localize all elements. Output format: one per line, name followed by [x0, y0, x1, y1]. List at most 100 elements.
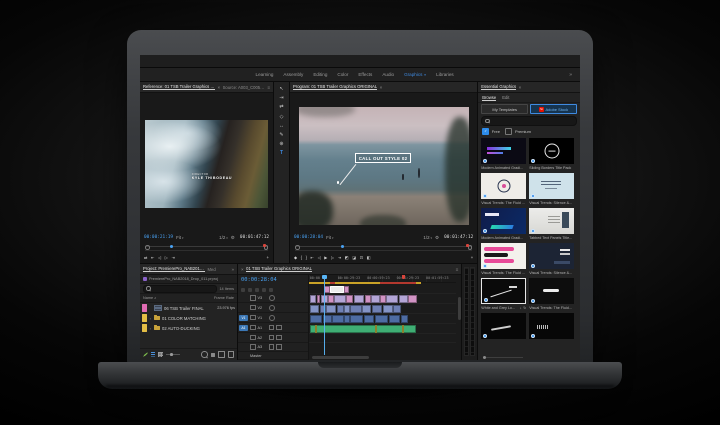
- timeline-playhead[interactable]: [324, 275, 325, 355]
- track-solo-icon[interactable]: [276, 344, 282, 350]
- track-lock-icon[interactable]: [250, 305, 256, 311]
- template-thumbnail[interactable]: [529, 278, 574, 304]
- timeline-clip[interactable]: [332, 315, 344, 323]
- button-editor-icon[interactable]: +: [267, 255, 269, 260]
- template-card[interactable]: [529, 313, 574, 345]
- timeline-clip[interactable]: [350, 315, 363, 323]
- hscroll-thumb[interactable]: [312, 356, 369, 359]
- sequence-marker[interactable]: [402, 275, 405, 279]
- zoom-level-dropdown[interactable]: Fit▾: [326, 235, 333, 240]
- extract-icon[interactable]: ◪: [352, 255, 356, 260]
- template-thumbnail[interactable]: [481, 173, 526, 199]
- source-patch-v3[interactable]: [239, 295, 248, 301]
- sync-icon[interactable]: ↻: [523, 306, 526, 310]
- workspace-menu-icon[interactable]: ≡: [424, 73, 426, 77]
- project-item-row[interactable]: ›02 AUTO-DUCKING: [140, 323, 237, 333]
- track-output-toggle-icon[interactable]: [269, 315, 275, 321]
- callout-title-box[interactable]: CALL OUT STYLE 02: [355, 153, 412, 163]
- timeline-clip[interactable]: [310, 315, 322, 323]
- add-marker-icon[interactable]: [262, 288, 266, 292]
- template-thumbnail[interactable]: [529, 243, 574, 269]
- close-icon[interactable]: ×: [380, 85, 383, 90]
- timeline-clip[interactable]: [364, 315, 374, 323]
- new-item-icon[interactable]: [218, 351, 225, 358]
- timeline-clip[interactable]: [310, 325, 416, 333]
- source-patch-v2[interactable]: [239, 305, 248, 311]
- timeline-clip[interactable]: [386, 295, 398, 303]
- track-output-toggle-icon[interactable]: [269, 295, 275, 301]
- project-item-row[interactable]: 06 TSB Trailer FINAL23.976 fps: [140, 303, 237, 313]
- template-card[interactable]: White and Grey Lo...↓↻: [481, 278, 526, 310]
- snap-icon[interactable]: [248, 288, 252, 292]
- scrub-zoom-handle-left[interactable]: [295, 245, 300, 250]
- thumbnail-zoom-slider[interactable]: [166, 354, 180, 355]
- timeline-clip[interactable]: [337, 305, 344, 313]
- scrub-zoom-handle-left[interactable]: [145, 245, 150, 250]
- mark-in-icon[interactable]: {: [301, 255, 302, 260]
- track-select-forward-tool-icon[interactable]: ⇥: [279, 95, 283, 101]
- template-card[interactable]: Visual Trends: The Fluid ...: [481, 173, 526, 205]
- workspace-tab-learning[interactable]: Learning: [256, 72, 274, 77]
- timeline-clip[interactable]: [334, 295, 346, 303]
- tab-program-monitor[interactable]: Program: 01 TSB Trailer Graphics ORIGINA…: [293, 84, 377, 90]
- timeline-clip[interactable]: [350, 305, 362, 313]
- template-thumbnail[interactable]: [481, 243, 526, 269]
- timeline-clip[interactable]: [344, 286, 348, 293]
- project-item-row[interactable]: ›01 COLOR MATCHING: [140, 313, 237, 323]
- source-patch-a1[interactable]: A1: [239, 325, 248, 331]
- export-frame-icon[interactable]: ⊡: [360, 255, 364, 260]
- timeline-clip[interactable]: [330, 286, 343, 293]
- workspace-tab-color[interactable]: Color: [337, 72, 348, 77]
- track-header-v3[interactable]: V3: [238, 294, 308, 303]
- disclosure-chevron-icon[interactable]: ›: [149, 326, 153, 331]
- track-lock-icon[interactable]: [250, 344, 256, 350]
- adobe-stock-button[interactable]: StAdobe Stock: [530, 104, 577, 114]
- timeline-clip[interactable]: [324, 286, 329, 293]
- step-back-icon[interactable]: ◁: [158, 255, 161, 260]
- thumbnail-size-slider[interactable]: [478, 354, 580, 360]
- template-card[interactable]: Sliding Borders Title Pack: [529, 138, 574, 170]
- template-thumbnail[interactable]: [481, 138, 526, 164]
- timeline-clip[interactable]: [393, 305, 400, 313]
- premium-checkbox[interactable]: [505, 128, 512, 135]
- column-frame-rate[interactable]: Frame Rate: [214, 296, 234, 300]
- timeline-clip[interactable]: [346, 295, 353, 303]
- type-tool-icon[interactable]: T: [280, 150, 283, 156]
- timeline-settings-icon[interactable]: [269, 288, 273, 292]
- track-header-a3[interactable]: A3: [238, 343, 308, 352]
- source-patch-v1[interactable]: V1: [239, 315, 248, 321]
- close-icon[interactable]: ×: [218, 85, 221, 90]
- template-thumbnail[interactable]: [481, 313, 526, 339]
- template-thumbnail[interactable]: [481, 278, 526, 304]
- selection-tool-icon[interactable]: ↖: [279, 86, 283, 92]
- track-header-a1[interactable]: A1A1: [238, 323, 308, 333]
- panel-menu-icon[interactable]: ≡: [267, 85, 270, 90]
- project-breadcrumb[interactable]: PremierePro_NAB2018_Drop_011.prproj: [140, 275, 237, 284]
- workspace-tab-assembly[interactable]: Assembly: [283, 72, 303, 77]
- slider-knob[interactable]: [483, 356, 486, 359]
- template-card[interactable]: Tabbed Text Panels Title...: [529, 208, 574, 240]
- timeline-clip[interactable]: [408, 295, 417, 303]
- tab-browse[interactable]: Browse: [482, 95, 496, 101]
- my-templates-button[interactable]: My Templates: [481, 104, 528, 114]
- template-card[interactable]: Visual Trends: Silence &...: [529, 173, 574, 205]
- track-header-v1[interactable]: V1V1: [238, 313, 308, 323]
- tab-project[interactable]: Project: PremierePro_NAB2018_Drop_011: [143, 266, 205, 272]
- timeline-clip[interactable]: [326, 305, 336, 313]
- slip-tool-icon[interactable]: ↔: [279, 123, 284, 129]
- timeline-vscrollbar[interactable]: [457, 285, 461, 352]
- workspace-tab-effects[interactable]: Effects: [358, 72, 372, 77]
- go-to-out-icon[interactable]: ⇥: [338, 255, 342, 260]
- scrubber-playhead[interactable]: [170, 245, 173, 248]
- track-header-a2[interactable]: A2: [238, 333, 308, 343]
- timeline-clip[interactable]: [315, 325, 317, 333]
- timeline-clip[interactable]: [402, 325, 404, 333]
- playback-resolution-dropdown[interactable]: 1/2▾: [219, 235, 228, 240]
- template-thumbnail[interactable]: [529, 173, 574, 199]
- track-header-master[interactable]: Master: [238, 352, 308, 360]
- close-icon[interactable]: ×: [241, 267, 244, 272]
- tab-reference-monitor[interactable]: Reference: 01 TSB Trailer Graphics ORIGI…: [143, 84, 215, 90]
- close-icon[interactable]: ×: [519, 85, 522, 90]
- step-forward-icon[interactable]: ▷: [331, 255, 334, 260]
- scrubber-playhead[interactable]: [341, 245, 344, 248]
